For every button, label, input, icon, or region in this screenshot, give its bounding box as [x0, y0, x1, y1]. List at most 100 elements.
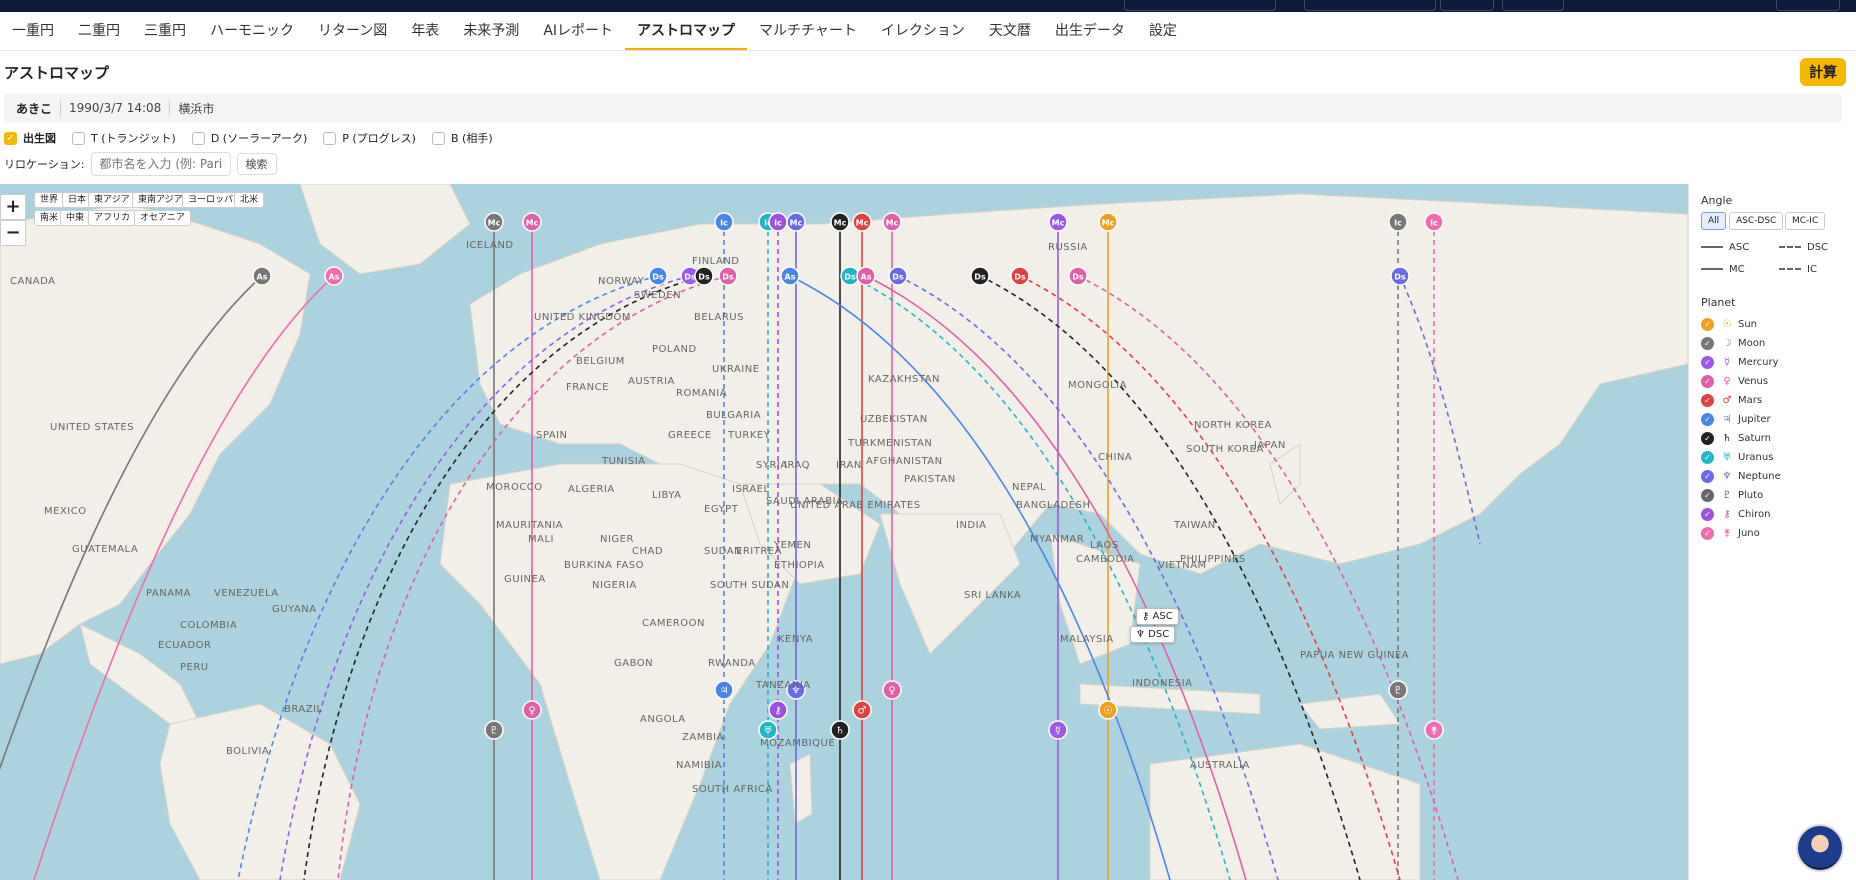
profile-bar[interactable]: あきこ 1990/3/7 14:08 横浜市	[4, 94, 1842, 122]
planet-toggle-pluto[interactable]: ✓ ♇ Pluto	[1701, 489, 1763, 502]
planet-toggle-moon[interactable]: ✓ ☽ Moon	[1701, 337, 1765, 350]
marker-glyph[interactable]: ♄	[830, 720, 850, 740]
marker-ds[interactable]: Ds	[718, 266, 738, 286]
marker-mc[interactable]: Mc	[830, 212, 850, 232]
checkbox[interactable]: ✓	[4, 131, 17, 145]
chart-layer-option[interactable]: D (ソーラーアーク)	[191, 130, 307, 146]
nav-tab[interactable]: リターン図	[306, 12, 399, 50]
planet-toggle-venus[interactable]: ✓ ♀ Venus	[1701, 375, 1768, 388]
planet-check-icon[interactable]: ✓	[1701, 375, 1714, 388]
marker-glyph[interactable]: ♇	[1388, 680, 1408, 700]
nav-tab[interactable]: ハーモニック	[198, 12, 306, 50]
nav-tab[interactable]: 設定	[1137, 12, 1189, 50]
marker-as[interactable]: As	[856, 266, 876, 286]
nav-tab[interactable]: 二重円	[66, 12, 132, 50]
planet-toggle-mercury[interactable]: ✓ ☿ Mercury	[1701, 356, 1779, 369]
chart-layer-option[interactable]: ✓ 出生図	[4, 130, 56, 146]
relocation-city-input[interactable]	[90, 152, 231, 176]
angle-filter-button[interactable]: MC-IC	[1785, 212, 1826, 230]
marker-ic[interactable]: Ic	[1424, 212, 1444, 232]
nav-tab[interactable]: 一重円	[0, 12, 66, 50]
marker-ic[interactable]: Ic	[714, 212, 734, 232]
region-preset-button[interactable]: オセアニア	[134, 210, 191, 226]
zoom-in-button[interactable]: +	[0, 194, 26, 220]
region-preset-button[interactable]: アフリカ	[88, 210, 137, 226]
marker-glyph[interactable]: ♅	[758, 720, 778, 740]
planet-toggle-neptune[interactable]: ✓ ♆ Neptune	[1701, 470, 1781, 483]
marker-glyph[interactable]: ♇	[484, 720, 504, 740]
marker-ds[interactable]: Ds	[970, 266, 990, 286]
chart-layer-option[interactable]: B (相手)	[431, 130, 493, 146]
marker-mc[interactable]: Mc	[882, 212, 902, 232]
marker-glyph[interactable]: ♂	[852, 700, 872, 720]
planet-check-icon[interactable]: ✓	[1701, 394, 1714, 407]
planet-check-icon[interactable]: ✓	[1701, 356, 1714, 369]
nav-tab[interactable]: 出生データ	[1043, 12, 1137, 50]
region-preset-button[interactable]: 東南アジア	[132, 192, 189, 208]
marker-glyph[interactable]: ♃	[714, 680, 734, 700]
marker-ds[interactable]: Ds	[1068, 266, 1088, 286]
checkbox[interactable]	[431, 131, 445, 145]
marker-ds[interactable]: Ds	[694, 266, 714, 286]
assistant-avatar[interactable]	[1796, 824, 1844, 872]
planet-check-icon[interactable]: ✓	[1701, 470, 1714, 483]
marker-ic[interactable]: Ic	[1388, 212, 1408, 232]
header-button[interactable]	[1776, 0, 1840, 11]
marker-glyph[interactable]: ♀	[882, 680, 902, 700]
planet-check-icon[interactable]: ✓	[1701, 337, 1714, 350]
astro-map[interactable]: Mc ♇ Mc ♀ Ic ♃ Ic ♅ Ic ⚷ Mc ♆ Mc ♄ Mc ♂ Mc ♀ Mc ☿ Mc ☉ Ic ♇ Ic ⚵ A…	[0, 184, 1688, 880]
marker-mc[interactable]: Mc	[1048, 212, 1068, 232]
nav-tab[interactable]: マルチチャート	[747, 12, 869, 50]
header-button[interactable]	[1502, 0, 1564, 11]
nav-tab[interactable]: 三重円	[132, 12, 198, 50]
checkbox[interactable]	[72, 131, 85, 145]
marker-glyph[interactable]: ☿	[1048, 720, 1068, 740]
checkbox[interactable]	[323, 131, 337, 145]
checkbox[interactable]	[191, 131, 205, 145]
marker-ds[interactable]: Ds	[888, 266, 908, 286]
marker-ic[interactable]: Ic	[768, 212, 788, 232]
header-button[interactable]	[1304, 0, 1436, 11]
marker-glyph[interactable]: ⚵	[1424, 720, 1444, 740]
planet-toggle-chiron[interactable]: ✓ ⚷ Chiron	[1701, 508, 1770, 521]
chart-layer-option[interactable]: T (トランジット)	[72, 130, 176, 146]
nav-tab[interactable]: 未来予測	[451, 12, 531, 50]
astro-map-canvas[interactable]: Mc♇Mc♀Ic♃Ic♅Ic⚷Mc♆Mc♄Mc♂Mc♀Mc☿Mc☉Ic♇Ic⚵A…	[0, 184, 1688, 880]
angle-filter-button[interactable]: All	[1701, 212, 1727, 230]
planet-check-icon[interactable]: ✓	[1701, 527, 1714, 540]
marker-mc[interactable]: Mc	[522, 212, 542, 232]
planet-toggle-juno[interactable]: ✓ ⚵ Juno	[1701, 527, 1760, 540]
relocation-search-button[interactable]: 検索	[236, 153, 277, 175]
nav-tab[interactable]: 天文暦	[977, 12, 1043, 50]
planet-check-icon[interactable]: ✓	[1701, 451, 1714, 464]
nav-tab[interactable]: AIレポート	[531, 12, 625, 50]
marker-glyph[interactable]: ♀	[522, 700, 542, 720]
marker-mc[interactable]: Mc	[1098, 212, 1118, 232]
marker-ds[interactable]: Ds	[1390, 266, 1410, 286]
marker-ds[interactable]: Ds	[648, 266, 668, 286]
planet-toggle-sun[interactable]: ✓ ☉ Sun	[1701, 318, 1757, 331]
marker-mc[interactable]: Mc	[484, 212, 504, 232]
planet-toggle-uranus[interactable]: ✓ ♅ Uranus	[1701, 451, 1773, 464]
planet-toggle-jupiter[interactable]: ✓ ♃ Jupiter	[1701, 413, 1771, 426]
nav-tab[interactable]: イレクション	[869, 12, 977, 50]
zoom-out-button[interactable]: −	[0, 220, 26, 246]
planet-check-icon[interactable]: ✓	[1701, 413, 1714, 426]
region-preset-button[interactable]: 世界	[34, 192, 65, 208]
nav-tab[interactable]: 年表	[399, 12, 451, 50]
planet-check-icon[interactable]: ✓	[1701, 508, 1714, 521]
planet-toggle-saturn[interactable]: ✓ ♄ Saturn	[1701, 432, 1771, 445]
marker-as[interactable]: As	[252, 266, 272, 286]
header-button[interactable]	[1440, 0, 1494, 11]
marker-glyph[interactable]: ☉	[1098, 700, 1118, 720]
nav-tab[interactable]: アストロマップ	[625, 12, 748, 50]
region-preset-button[interactable]: 北米	[234, 192, 265, 208]
calculate-button[interactable]: 計算	[1800, 58, 1846, 86]
angle-filter-button[interactable]: ASC-DSC	[1729, 212, 1784, 230]
marker-mc[interactable]: Mc	[852, 212, 872, 232]
chart-layer-option[interactable]: P (プログレス)	[323, 130, 416, 146]
planet-check-icon[interactable]: ✓	[1701, 318, 1714, 331]
planet-check-icon[interactable]: ✓	[1701, 432, 1714, 445]
marker-as[interactable]: As	[324, 266, 344, 286]
planet-toggle-mars[interactable]: ✓ ♂ Mars	[1701, 394, 1762, 407]
